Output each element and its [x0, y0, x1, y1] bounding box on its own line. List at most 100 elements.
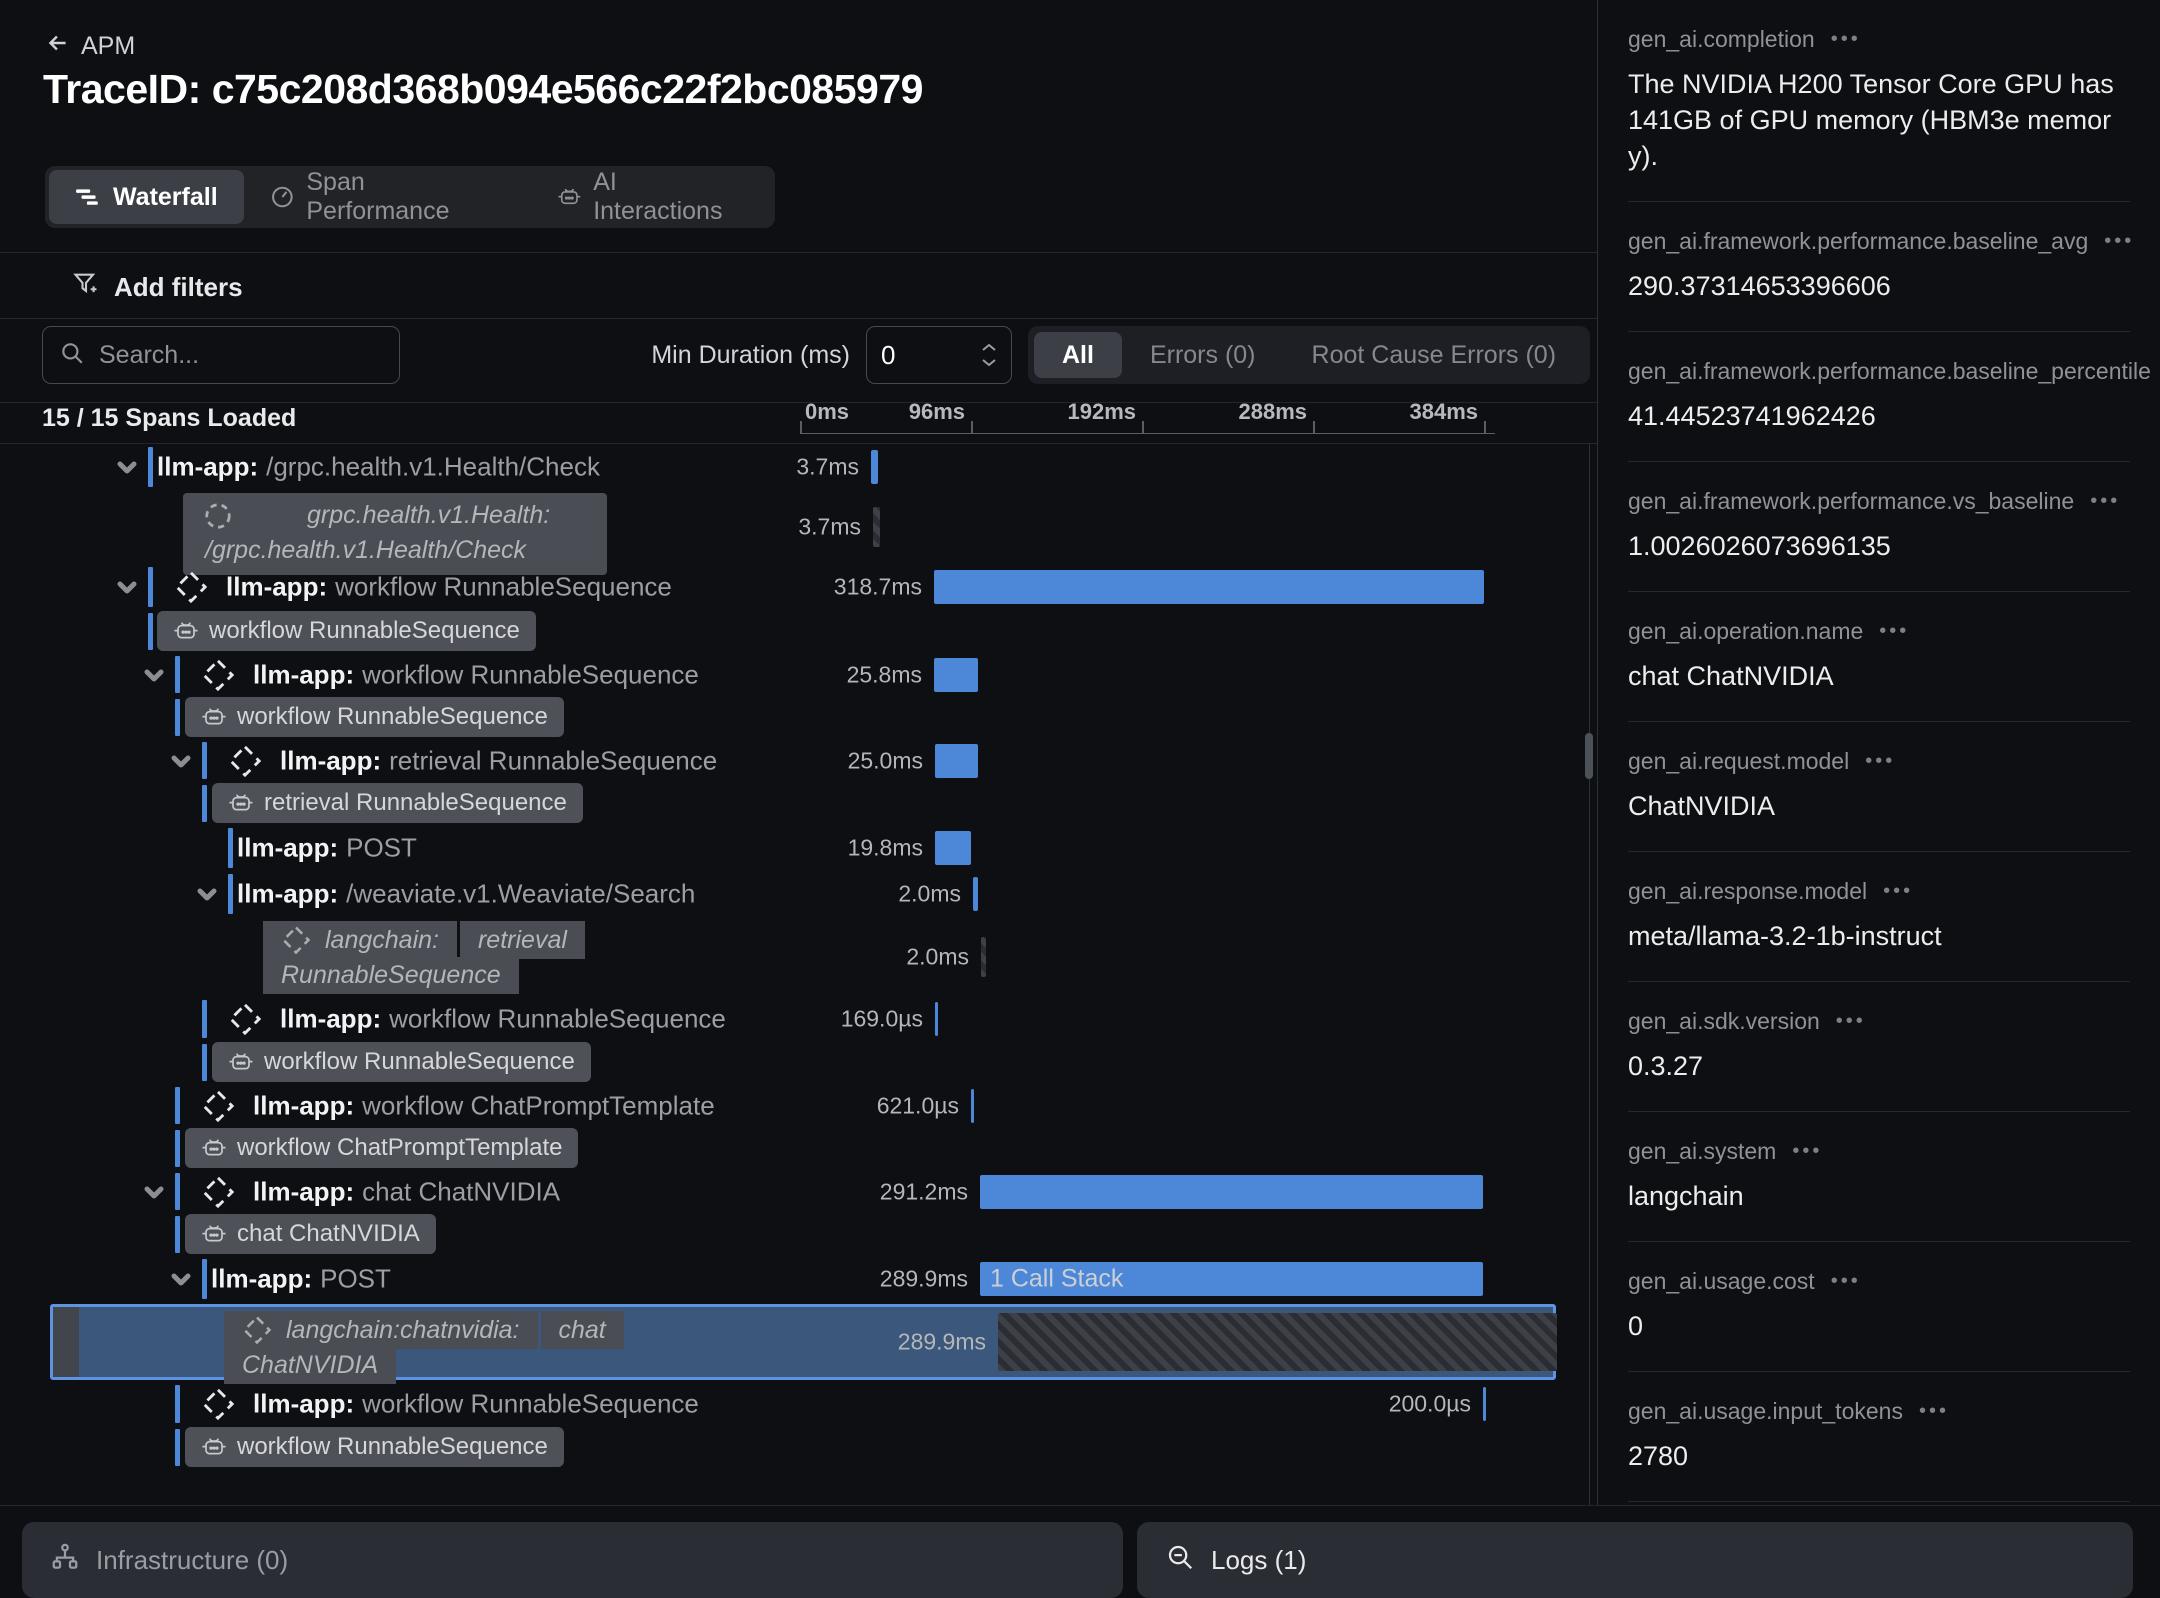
row-timeline: 2.0ms	[800, 917, 1495, 997]
resource-pill[interactable]: workflow RunnableSequence	[185, 697, 564, 737]
axis-tick	[1313, 421, 1315, 434]
resource-pill[interactable]: workflow RunnableSequence	[212, 1042, 591, 1082]
waterfall-span-row[interactable]: llm-app:workflow ChatPromptTemplate 621.…	[0, 1084, 1597, 1127]
selected-span-row[interactable]: langchain:chatnvidia: chat ChatNVIDIA 28…	[50, 1304, 1556, 1380]
attribute-options-button[interactable]: •••	[1831, 28, 1861, 51]
attribute-options-button[interactable]: •••	[1919, 1400, 1949, 1423]
span-bar[interactable]	[971, 1089, 974, 1123]
waterfall-span-row[interactable]: llm-app:workflow RunnableSequence 25.8ms	[0, 653, 1597, 696]
sitemap-icon	[50, 1542, 80, 1579]
span-bar[interactable]	[934, 658, 978, 692]
logs-button[interactable]: Logs (1)	[1137, 1522, 2133, 1598]
attribute-options-button[interactable]: •••	[1883, 880, 1913, 903]
span-bar[interactable]	[935, 1002, 938, 1036]
attribute-options-button[interactable]: •••	[2104, 230, 2134, 253]
waterfall-span-row[interactable]: llm-app:chat ChatNVIDIA 291.2ms	[0, 1170, 1597, 1213]
resource-pill-label: workflow RunnableSequence	[237, 703, 548, 731]
waterfall-library-row[interactable]: langchain: retrieval RunnableSequence 2.…	[0, 917, 1597, 997]
waterfall-library-row[interactable]: grpc.health.v1.Health: /grpc.health.v1.H…	[0, 490, 1597, 564]
add-filters-button[interactable]: Add filters	[72, 270, 243, 305]
span-bar[interactable]	[998, 1313, 1557, 1371]
span-color-tick	[175, 656, 180, 693]
axis-tick-label: 384ms	[1409, 399, 1478, 425]
operation-box[interactable]: chat	[541, 1311, 624, 1349]
resource-pill-label: workflow ChatPromptTemplate	[237, 1134, 562, 1162]
caret-down-icon[interactable]	[195, 882, 219, 906]
tab-ai-interactions[interactable]: AI Interactions	[531, 170, 772, 224]
resource-pill[interactable]: workflow RunnableSequence	[185, 1427, 564, 1467]
robot-icon	[201, 1436, 227, 1457]
attribute-key: gen_ai.completion	[1628, 26, 1815, 53]
attribute-options-button[interactable]: •••	[1792, 1140, 1822, 1163]
resource-pill[interactable]: workflow RunnableSequence	[157, 611, 536, 651]
attribute-options-button[interactable]: •••	[1879, 620, 1909, 643]
caret-down-icon[interactable]	[115, 455, 139, 479]
diamond-icon	[242, 1315, 272, 1345]
resource-pill[interactable]: workflow ChatPromptTemplate	[185, 1128, 578, 1168]
span-bar[interactable]	[1483, 1387, 1486, 1421]
segment-errors-0-[interactable]: Errors (0)	[1122, 332, 1284, 378]
attribute-options-button[interactable]: •••	[1836, 1010, 1866, 1033]
attribute-options-button[interactable]: •••	[1865, 750, 1895, 773]
caret-down-icon[interactable]	[115, 575, 139, 599]
library-span-box[interactable]: grpc.health.v1.Health: /grpc.health.v1.H…	[183, 493, 607, 575]
attribute-options-button[interactable]: •••	[2090, 490, 2120, 513]
tab-span-performance[interactable]: Span Performance	[244, 170, 531, 224]
library-span-box[interactable]: langchain:	[263, 921, 457, 959]
axis-tick-label: 288ms	[1238, 399, 1307, 425]
search-box[interactable]	[42, 326, 400, 384]
span-bar[interactable]	[871, 450, 878, 484]
min-duration-input[interactable]: 0	[866, 326, 1012, 384]
tab-waterfall[interactable]: Waterfall	[49, 170, 244, 224]
span-bar[interactable]	[980, 1175, 1483, 1209]
library-span-box[interactable]: langchain:chatnvidia:	[224, 1311, 538, 1349]
min-duration-value: 0	[881, 340, 981, 371]
segment-all[interactable]: All	[1034, 332, 1122, 378]
library-span-resource: /grpc.health.v1.Health/Check	[183, 536, 607, 565]
search-input[interactable]	[97, 340, 383, 371]
resource-pill[interactable]: chat ChatNVIDIA	[185, 1214, 436, 1254]
attribute-options-button[interactable]: •••	[1831, 1270, 1861, 1293]
operation-box[interactable]: retrieval	[460, 921, 585, 959]
waterfall-span-row[interactable]: llm-app:/weaviate.v1.Weaviate/Search 2.0…	[0, 871, 1597, 917]
attribute-item: gen_ai.operation.name ••• chat ChatNVIDI…	[1628, 592, 2130, 722]
span-bar[interactable]	[873, 507, 880, 547]
span-bar[interactable]	[935, 744, 978, 778]
waterfall-span-row[interactable]: llm-app:workflow RunnableSequence 318.7m…	[0, 564, 1597, 610]
diamond-icon	[228, 1002, 262, 1036]
attribute-item: gen_ai.framework.performance.baseline_pe…	[1628, 332, 2130, 462]
span-bar[interactable]: 1 Call Stack	[980, 1262, 1483, 1296]
span-color-tick	[175, 699, 180, 736]
back-link[interactable]: APM	[45, 30, 135, 63]
waterfall-span-row[interactable]: llm-app:/grpc.health.v1.Health/Check 3.7…	[0, 444, 1597, 490]
caret-down-icon	[169, 749, 193, 773]
caret-down-icon[interactable]	[142, 663, 166, 687]
span-bar[interactable]	[973, 877, 978, 911]
library-span-resource-box[interactable]: ChatNVIDIA	[224, 1347, 396, 1384]
attribute-key: gen_ai.framework.performance.baseline_pe…	[1628, 358, 2151, 385]
library-span-line2: ChatNVIDIA	[224, 1347, 396, 1384]
number-stepper[interactable]	[981, 343, 997, 367]
caret-down-icon[interactable]	[169, 1267, 193, 1291]
segment-root-cause-errors-0-[interactable]: Root Cause Errors (0)	[1284, 332, 1585, 378]
waterfall-span-row[interactable]: llm-app:POST 289.9ms 1 Call Stack	[0, 1256, 1597, 1302]
span-bar[interactable]	[935, 831, 971, 865]
waterfall-span-row[interactable]: llm-app:workflow RunnableSequence 169.0µ…	[0, 997, 1597, 1041]
span-name: llm-app:workflow RunnableSequence	[253, 1389, 699, 1420]
infrastructure-button[interactable]: Infrastructure (0)	[22, 1522, 1123, 1598]
library-span-resource-box[interactable]: RunnableSequence	[263, 957, 519, 994]
axis-tick	[1484, 421, 1486, 434]
scrollbar-thumb[interactable]	[1585, 733, 1593, 779]
span-color-tick	[175, 1130, 180, 1167]
caret-down-icon[interactable]	[169, 749, 193, 773]
waterfall-span-row[interactable]: llm-app:retrieval RunnableSequence 25.0m…	[0, 739, 1597, 782]
row-timeline: 318.7ms	[800, 564, 1495, 610]
span-bar[interactable]	[981, 937, 986, 977]
caret-down-icon[interactable]	[142, 1180, 166, 1204]
caret-down-icon	[195, 882, 219, 906]
waterfall-selected-row[interactable]: langchain:chatnvidia: chat ChatNVIDIA 28…	[0, 1302, 1597, 1382]
resource-pill[interactable]: retrieval RunnableSequence	[212, 783, 583, 823]
span-bar[interactable]	[934, 570, 1484, 604]
waterfall-span-row[interactable]: llm-app:POST 19.8ms	[0, 825, 1597, 871]
waterfall-span-row[interactable]: llm-app:workflow RunnableSequence 200.0µ…	[0, 1382, 1597, 1426]
